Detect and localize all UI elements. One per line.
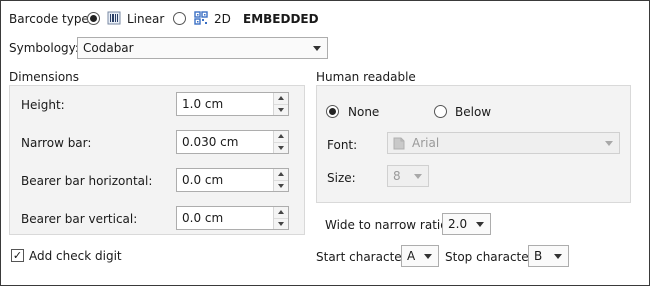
chevron-down-icon [424, 253, 432, 259]
narrow-bar-label: Narrow bar: [21, 136, 92, 150]
size-value: 8 [393, 169, 401, 183]
start-character-label: Start character: [316, 250, 411, 264]
height-value[interactable]: 1.0 cm [177, 93, 273, 115]
increment-button[interactable] [274, 131, 288, 142]
bearer-bar-horizontal-label: Bearer bar horizontal: [21, 174, 153, 188]
decrement-button[interactable] [274, 141, 288, 153]
ratio-label: Wide to narrow ratio: [325, 218, 452, 232]
size-dropdown[interactable]: 8 [387, 165, 429, 187]
linear-barcode-icon [107, 11, 121, 25]
human-readable-title: Human readable [316, 70, 416, 84]
symbology-value: Codabar [83, 41, 134, 55]
symbology-label: Symbology: [9, 41, 79, 55]
stop-character-value: B [534, 249, 543, 263]
font-label: Font: [327, 138, 358, 152]
narrow-bar-spinbox[interactable]: 0.030 cm [176, 130, 289, 154]
none-radio[interactable] [326, 105, 339, 118]
below-option-label[interactable]: Below [455, 105, 491, 119]
font-file-icon [393, 137, 405, 149]
chevron-down-icon [605, 140, 613, 146]
embedded-label: EMBEDDED [243, 12, 319, 26]
chevron-down-icon [554, 253, 562, 259]
qr-code-icon [194, 11, 208, 25]
bearer-bar-horizontal-spinbox[interactable]: 0.0 cm [176, 168, 289, 192]
bearer-bar-vertical-spinbox[interactable]: 0.0 cm [176, 206, 289, 230]
bearer-bar-vertical-value[interactable]: 0.0 cm [177, 207, 273, 229]
radio-selected-dot [329, 108, 336, 115]
add-check-digit-checkbox[interactable]: ✓ [11, 249, 24, 262]
add-check-digit-label[interactable]: Add check digit [29, 249, 122, 263]
font-value: Arial [412, 136, 440, 150]
linear-radio[interactable] [87, 12, 100, 25]
barcode-properties-panel: Barcode type: Linear 2D EMBEDDED Symbolo… [0, 0, 650, 286]
decrement-button[interactable] [274, 179, 288, 191]
increment-button[interactable] [274, 93, 288, 104]
start-character-value: A [407, 249, 416, 263]
checkmark-icon: ✓ [12, 249, 23, 262]
height-label: Height: [21, 98, 65, 112]
size-label: Size: [327, 171, 356, 185]
font-dropdown[interactable]: Arial [387, 132, 620, 154]
below-radio[interactable] [434, 105, 447, 118]
decrement-button[interactable] [274, 217, 288, 229]
height-spinbox[interactable]: 1.0 cm [176, 92, 289, 116]
decrement-button[interactable] [274, 103, 288, 115]
chevron-down-icon [414, 173, 422, 179]
dimensions-title: Dimensions [9, 70, 80, 84]
linear-option-label[interactable]: Linear [127, 12, 164, 26]
ratio-value: 2.0 [448, 217, 468, 231]
increment-button[interactable] [274, 207, 288, 218]
2d-radio[interactable] [173, 12, 186, 25]
symbology-dropdown[interactable]: Codabar [77, 37, 328, 59]
none-option-label[interactable]: None [348, 105, 379, 119]
barcode-type-label: Barcode type: [9, 12, 93, 26]
narrow-bar-value[interactable]: 0.030 cm [177, 131, 273, 153]
start-character-dropdown[interactable]: A [401, 245, 439, 267]
ratio-dropdown[interactable]: 2.0 [442, 213, 491, 235]
2d-option-label[interactable]: 2D [214, 12, 231, 26]
bearer-bar-horizontal-value[interactable]: 0.0 cm [177, 169, 273, 191]
stop-character-label: Stop character: [445, 250, 538, 264]
bearer-bar-vertical-label: Bearer bar vertical: [21, 212, 138, 226]
stop-character-dropdown[interactable]: B [528, 245, 569, 267]
radio-selected-dot [90, 15, 97, 22]
increment-button[interactable] [274, 169, 288, 180]
chevron-down-icon [313, 45, 321, 51]
chevron-down-icon [476, 221, 484, 227]
